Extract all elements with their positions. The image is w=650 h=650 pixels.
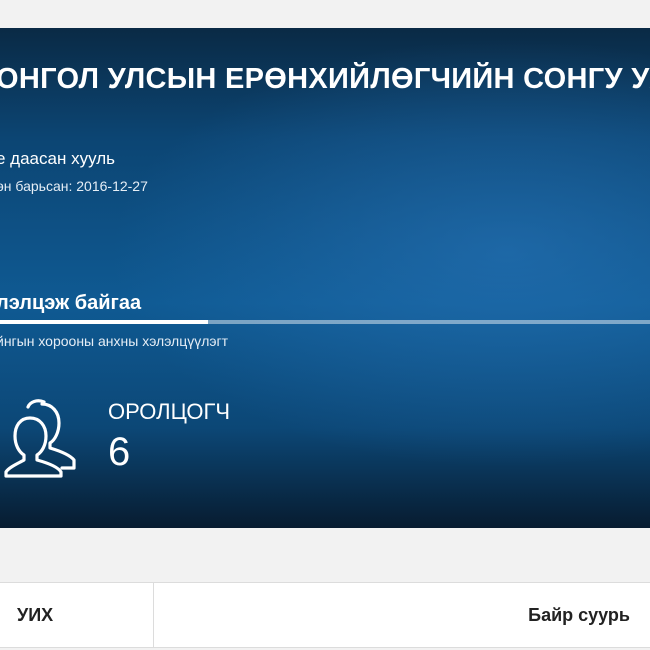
progress-bar [0,320,650,324]
bill-hero-card[interactable]: ОНГОЛ УЛСЫН ЕРӨНХИЙЛӨГЧИЙН СОНГУ УХАЙ е … [0,28,650,528]
page: ОНГОЛ УЛСЫН ЕРӨНХИЙЛӨГЧИЙН СОНГУ УХАЙ е … [0,0,650,650]
participants-count: 6 [108,430,131,474]
law-type: е даасан хууль [0,149,115,168]
bill-title[interactable]: ОНГОЛ УЛСЫН ЕРӨНХИЙЛӨГЧИЙН СОНГУ УХАЙ [0,62,650,96]
stage-label: йнгын хорооны анхны хэлэлцүүлэгт [0,333,229,349]
table-header: УИХ Байр суурь [0,582,650,648]
column-header-parliament[interactable]: УИХ [0,583,154,647]
submitted-date: өн барьсан: 2016-12-27 [0,178,148,194]
progress-fill [0,320,208,324]
status-label: лэлцэж байгаа [0,292,142,314]
participants-label: ОРОЛЦОГЧ [108,399,231,424]
people-icon [4,399,76,478]
column-header-position[interactable]: Байр суурь [528,583,630,647]
